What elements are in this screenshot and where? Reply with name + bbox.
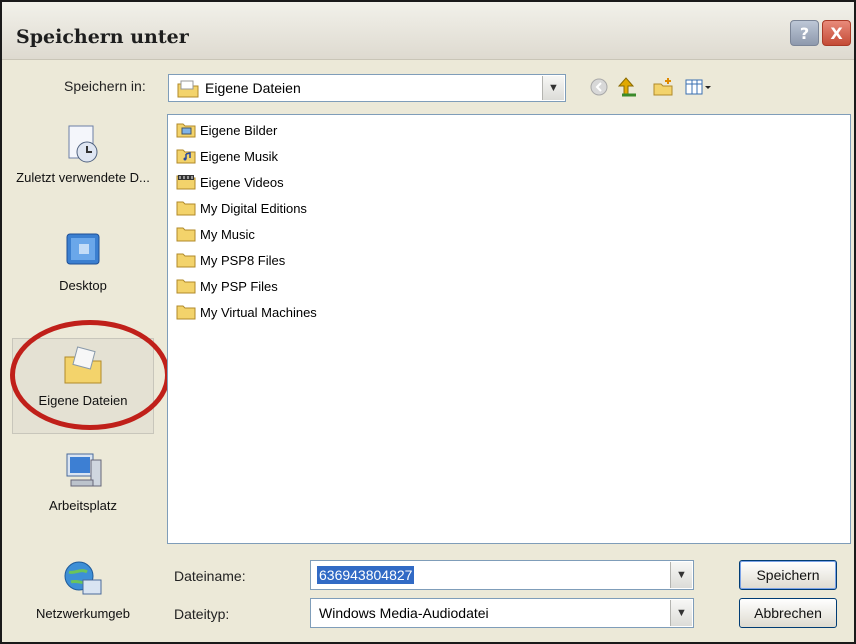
close-button[interactable]: X	[822, 20, 851, 46]
save-in-dropdown[interactable]: Eigene Dateien ▼	[168, 74, 566, 102]
up-folder-icon[interactable]	[616, 76, 638, 98]
folder-icon	[176, 200, 196, 216]
filetype-dropdown[interactable]: Windows Media-Audiodatei ▼	[310, 598, 694, 628]
pictures-folder-icon	[176, 122, 196, 138]
close-icon: X	[830, 23, 843, 43]
chevron-down-icon[interactable]: ▼	[670, 600, 692, 626]
save-button[interactable]: Speichern	[739, 560, 837, 590]
list-item[interactable]: My PSP Files	[176, 275, 278, 297]
help-button[interactable]: ?	[790, 20, 819, 46]
music-folder-icon	[176, 148, 196, 164]
places-bar: Zuletzt verwendete D... Desktop Eigene D…	[12, 114, 154, 636]
list-item[interactable]: My PSP8 Files	[176, 249, 285, 271]
list-item[interactable]: My Digital Editions	[176, 197, 307, 219]
network-icon	[61, 558, 105, 602]
list-item[interactable]: Eigene Bilder	[176, 119, 277, 141]
folder-icon	[176, 252, 196, 268]
view-menu-icon[interactable]	[684, 76, 714, 98]
place-my-documents[interactable]: Eigene Dateien	[12, 338, 154, 434]
help-icon: ?	[799, 23, 810, 43]
filetype-value: Windows Media-Audiodatei	[319, 605, 489, 621]
folder-icon	[176, 278, 196, 294]
place-recent[interactable]: Zuletzt verwendete D...	[12, 122, 154, 186]
new-folder-icon[interactable]	[652, 76, 674, 98]
save-in-value: Eigene Dateien	[205, 80, 301, 96]
filetype-label: Dateityp:	[174, 606, 230, 622]
cancel-button[interactable]: Abbrechen	[739, 598, 837, 628]
dialog-title: Speichern unter	[16, 26, 189, 48]
list-item[interactable]: My Virtual Machines	[176, 301, 317, 323]
my-computer-icon	[61, 450, 105, 494]
folder-icon	[177, 80, 199, 101]
file-list[interactable]: Eigene Bilder Eigene Musik Eigene Videos…	[167, 114, 851, 544]
folder-icon	[176, 304, 196, 320]
recent-documents-icon	[61, 122, 105, 166]
place-my-computer[interactable]: Arbeitsplatz	[12, 450, 154, 514]
chevron-down-icon[interactable]: ▼	[542, 76, 564, 100]
list-item[interactable]: Eigene Videos	[176, 171, 284, 193]
filename-value: 636943804827	[317, 566, 415, 584]
folder-icon	[176, 226, 196, 242]
list-item[interactable]: My Music	[176, 223, 255, 245]
back-icon[interactable]	[588, 76, 610, 98]
save-as-dialog: Speichern unter ? X Speichern in: Eigene…	[0, 0, 856, 644]
desktop-icon	[61, 230, 105, 274]
filename-label: Dateiname:	[174, 568, 246, 584]
place-network[interactable]: Netzwerkumgeb	[12, 558, 154, 622]
list-item[interactable]: Eigene Musik	[176, 145, 278, 167]
filename-field[interactable]: 636943804827 ▼	[310, 560, 694, 590]
save-in-label: Speichern in:	[64, 78, 146, 94]
chevron-down-icon[interactable]: ▼	[670, 562, 692, 588]
place-desktop[interactable]: Desktop	[12, 230, 154, 294]
title-bar[interactable]: Speichern unter ? X	[2, 2, 854, 60]
my-documents-icon	[61, 345, 105, 389]
videos-folder-icon	[176, 174, 196, 190]
